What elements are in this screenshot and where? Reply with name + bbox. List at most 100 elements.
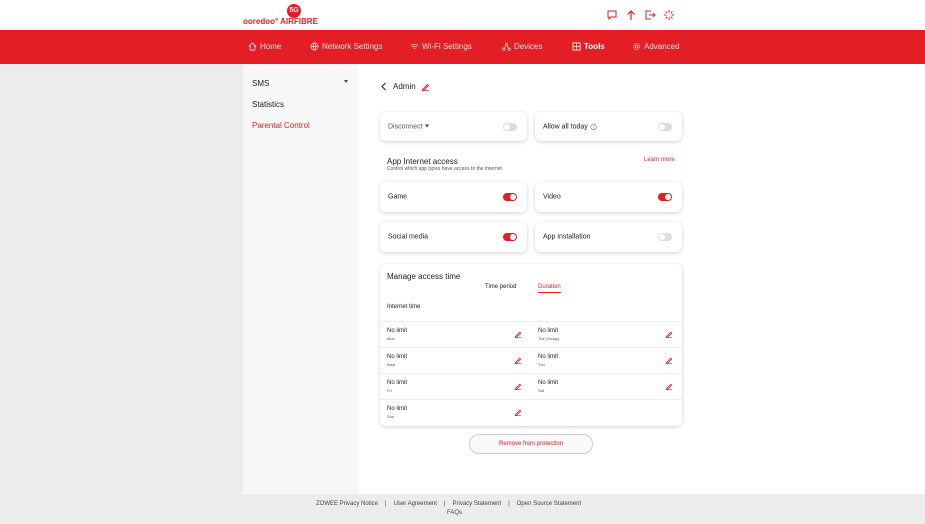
app-label-game: Game [388,193,408,201]
upload-icon[interactable] [625,9,637,21]
day-name: Sat [538,388,545,393]
nav-advanced-label: Advanced [644,42,680,51]
profile-name: Admin [393,82,416,91]
nav-wifi-settings-label: Wi-Fi Settings [422,42,472,51]
tab-duration[interactable]: Duration [538,284,561,293]
tools-icon [572,42,581,51]
app-label-app-installation: App installation [543,233,591,241]
devices-icon [502,42,511,51]
day-limit: No limit [387,380,408,386]
nav-network-settings[interactable]: Network Settings [310,42,382,51]
edit-icon[interactable] [665,382,673,390]
day-name: Sun [387,414,395,419]
nav-wifi-settings[interactable]: Wi-Fi Settings [410,42,472,51]
nav-tools[interactable]: Tools [572,42,605,51]
sidebar-item-sms[interactable]: SMS [252,79,269,88]
app-access-subtitle: Control which app types have access to t… [387,166,504,172]
day-limit: No limit [538,354,559,360]
nav-devices-label: Devices [514,42,543,51]
day-name: Tue (Today) [538,336,560,341]
app-label-video: Video [543,193,561,201]
chevron-left-icon [381,82,386,91]
globe-icon [310,42,319,51]
app-installation-toggle[interactable] [658,233,672,241]
footer-separator: | [443,501,446,507]
app-card-social-media: Social media [380,222,527,252]
day-limit: No limit [538,380,559,386]
footer-link-privacy-notice[interactable]: ZOWEE Privacy Notice [316,501,378,507]
allow-all-today-label: Allow all today [543,123,588,131]
svg-text:?: ? [592,124,595,129]
app-card-app-installation: App installation [535,222,682,252]
back-button[interactable]: Admin [380,82,430,91]
logo-airfibre: AIRFIBRE [280,17,318,26]
day-name: Thu [538,362,545,367]
allow-all-today-card: Allow all today ? [535,112,682,141]
edit-icon[interactable] [665,356,673,364]
chevron-down-icon[interactable] [344,80,348,83]
loading-icon[interactable] [663,9,675,21]
footer-links: ZOWEE Privacy Notice | User Agreement | Priv… [316,501,581,507]
edit-icon[interactable] [514,356,522,364]
brand-logo[interactable]: 5G ooredoo° AIRFIBRE [243,4,323,28]
remove-from-protection-button[interactable]: Remove from protection [469,434,593,454]
top-icons [606,9,675,21]
day-name: Mon [387,336,395,341]
wifi-icon [410,43,419,49]
gear-icon [632,42,641,51]
edit-icon[interactable] [514,382,522,390]
footer-link-privacy-statement[interactable]: Privacy Statement [453,501,502,507]
learn-more-link[interactable]: Learn more [644,157,675,163]
message-icon[interactable] [606,9,618,21]
app-card-game: Game [380,182,527,212]
video-toggle[interactable] [658,193,672,201]
footer-link-faqs[interactable]: FAQs [447,510,462,516]
footer-separator: | [508,501,510,507]
help-icon[interactable]: ? [590,123,597,130]
nav-home[interactable]: Home [248,42,281,51]
edit-icon[interactable] [514,330,522,338]
nav-devices[interactable]: Devices [502,42,542,51]
nav-advanced[interactable]: Advanced [632,42,680,51]
day-row-sun: No limit Sun [380,399,531,425]
logo-5g-badge: 5G [287,4,301,18]
day-limit: No limit [387,328,408,334]
app-label-social-media: Social media [388,233,429,241]
internet-time-label: Internet time [387,304,421,310]
main-nav: Home Network Settings Wi-Fi Settings Dev… [0,30,925,64]
footer-link-user-agreement[interactable]: User Agreement [394,501,437,507]
edit-icon[interactable] [514,408,522,416]
day-row-empty [531,399,682,425]
disconnect-toggle[interactable] [503,122,517,131]
social-media-toggle[interactable] [503,233,517,241]
edit-icon[interactable] [665,330,673,338]
tab-time-period[interactable]: Time period [485,284,516,292]
game-toggle[interactable] [503,193,517,201]
day-row-fri: No limit Fri [380,373,531,399]
disconnect-dropdown[interactable]: Disconnect [388,123,429,130]
day-limit: No limit [387,406,408,412]
footer-link-open-source[interactable]: Open Source Statement [517,501,581,507]
sidebar: SMS Statistics Parental Control [243,64,358,494]
day-row-mon: No limit Mon [380,321,531,347]
day-row-tue: No limit Tue (Today) [531,321,682,347]
sidebar-item-parental-control[interactable]: Parental Control [252,121,310,130]
allow-all-today-toggle[interactable] [658,122,672,131]
access-time-card: Manage access time Time period Duration … [380,264,682,426]
day-row-wed: No limit Wed [380,347,531,373]
day-row-sat: No limit Sat [531,373,682,399]
footer: ZOWEE Privacy Notice | User Agreement | Priv… [0,494,925,524]
caret-down-icon [424,124,429,128]
allow-all-today: Allow all today ? [543,123,597,130]
logo-text: ooredoo° AIRFIBRE [243,17,318,26]
access-time-title: Manage access time [387,272,461,281]
sidebar-item-statistics[interactable]: Statistics [252,100,284,109]
home-icon [248,42,257,51]
day-name: Fri [387,388,392,393]
footer-separator: | [385,501,387,507]
logout-icon[interactable] [644,9,656,21]
nav-network-settings-label: Network Settings [322,42,383,51]
edit-icon[interactable] [421,82,430,91]
day-limit: No limit [538,328,559,334]
app-card-video: Video [535,182,682,212]
